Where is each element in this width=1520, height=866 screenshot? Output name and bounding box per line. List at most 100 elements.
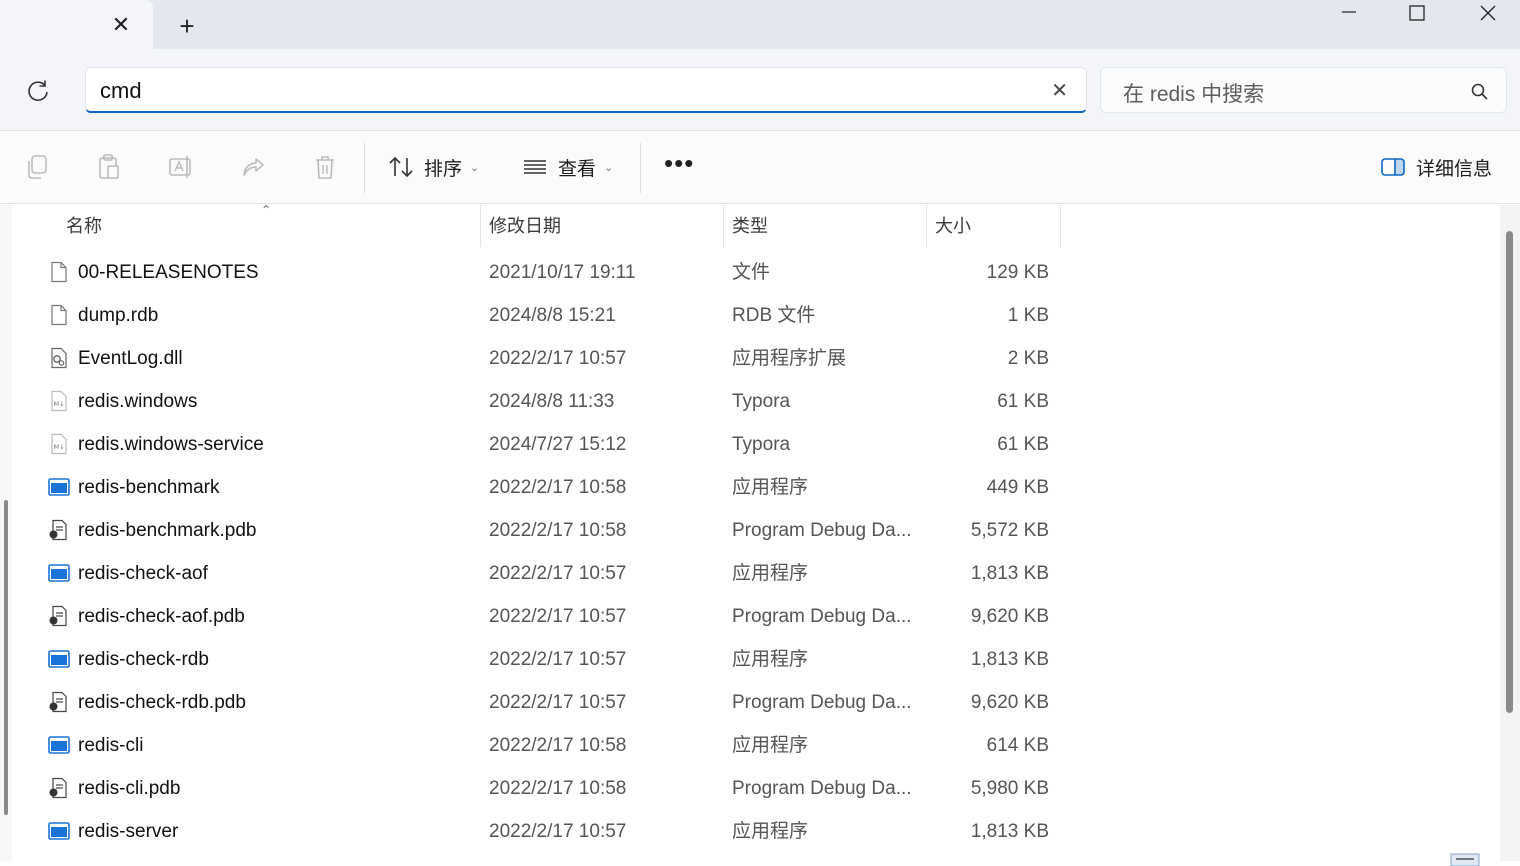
active-tab[interactable]: ✕ [0, 0, 153, 49]
address-input[interactable]: cmd ✕ [85, 67, 1087, 113]
column-header-row: 名称 ⌃ 修改日期 类型 大小 [20, 203, 1062, 247]
share-icon[interactable] [240, 153, 266, 181]
toolbar-divider [640, 143, 641, 193]
exe-icon [48, 650, 70, 668]
exe-icon [48, 564, 70, 582]
file-modified-date: 2022/2/17 10:57 [489, 348, 627, 369]
file-row[interactable]: redis-cli 2022/2/17 10:58 应用程序 614 KB [20, 724, 1062, 767]
file-row[interactable]: redis-check-aof.pdb 2022/2/17 10:57 Progra… [20, 595, 1062, 638]
file-name: redis-benchmark [78, 477, 220, 498]
nav-pane-scrollbar-thumb[interactable] [4, 500, 8, 815]
file-list: 00-RELEASENOTES 2021/10/17 19:11 文件 129 KB d… [20, 251, 1500, 853]
file-list-scrollbar[interactable] [1500, 205, 1520, 861]
search-icon[interactable] [1470, 82, 1490, 102]
file-row[interactable]: M↓ redis.windows 2024/8/8 11:33 Typora 61 KB [20, 380, 1062, 423]
more-options-button[interactable]: ••• [664, 150, 694, 176]
search-input[interactable]: 在 redis 中搜索 [1100, 67, 1507, 113]
paste-icon[interactable] [96, 153, 122, 181]
column-header-type[interactable]: 类型 [723, 205, 926, 247]
file-size: 61 KB [997, 434, 1049, 455]
nav-pane-scrollbar[interactable] [0, 205, 12, 861]
file-modified-date: 2022/2/17 10:57 [489, 692, 627, 713]
file-size: 1,813 KB [970, 649, 1049, 670]
markdown-file-icon: M↓ [51, 390, 67, 412]
file-modified-date: 2021/10/17 19:11 [489, 262, 636, 283]
details-pane-icon [1381, 158, 1405, 176]
file-type: Program Debug Da... [732, 692, 912, 713]
file-type: 应用程序扩展 [732, 348, 847, 369]
file-row[interactable]: redis-check-rdb.pdb 2022/2/17 10:57 Progra… [20, 681, 1062, 724]
file-type: Program Debug Da... [732, 606, 912, 627]
new-tab-button[interactable]: + [172, 12, 202, 42]
file-size: 9,620 KB [970, 606, 1049, 627]
file-modified-date: 2022/2/17 10:58 [489, 735, 627, 756]
file-modified-date: 2022/2/17 10:57 [489, 606, 627, 627]
exe-icon [48, 478, 70, 496]
pdb-file-icon [49, 605, 67, 627]
blank-file-icon [51, 304, 67, 326]
clear-address-icon[interactable]: ✕ [1051, 78, 1068, 103]
sort-icon [389, 156, 413, 178]
markdown-file-icon: M↓ [51, 433, 67, 455]
file-row[interactable]: M↓ redis.windows-service 2024/7/27 15:12 Ty… [20, 423, 1062, 466]
file-type: 应用程序 [732, 821, 809, 842]
close-tab-icon[interactable]: ✕ [108, 12, 134, 38]
close-window-button[interactable] [1465, 0, 1511, 28]
file-type: RDB 文件 [732, 305, 816, 326]
file-row[interactable]: redis-check-aof 2022/2/17 10:57 应用程序 1,813 … [20, 552, 1062, 595]
file-name: redis.windows [78, 391, 198, 412]
view-icon [524, 160, 546, 174]
file-row[interactable]: redis-cli.pdb 2022/2/17 10:58 Program Debu… [20, 767, 1062, 810]
file-list-pane: 名称 ⌃ 修改日期 类型 大小 00-RELEASENOTES 2021/10/1… [0, 203, 1520, 866]
view-label: 查看 [558, 158, 597, 180]
file-modified-date: 2022/2/17 10:57 [489, 563, 627, 584]
file-modified-date: 2022/2/17 10:57 [489, 821, 627, 842]
svg-text:M↓: M↓ [54, 443, 65, 451]
column-header-date[interactable]: 修改日期 [480, 205, 723, 247]
address-value[interactable]: cmd [100, 78, 142, 104]
file-size: 2 KB [1007, 348, 1049, 369]
command-bar: 排序 ⌄ 查看 ⌄ ••• 详细信息 [0, 131, 1520, 204]
file-size: 5,572 KB [970, 520, 1049, 541]
file-modified-date: 2022/2/17 10:57 [489, 649, 627, 670]
file-row[interactable]: 00-RELEASENOTES 2021/10/17 19:11 文件 129 KB [20, 251, 1062, 294]
view-button[interactable]: 查看 ⌄ [522, 151, 613, 183]
file-modified-date: 2022/2/17 10:58 [489, 477, 627, 498]
file-row[interactable]: redis-server 2022/2/17 10:57 应用程序 1,813 KB [20, 810, 1062, 853]
chevron-down-icon: ⌄ [470, 161, 480, 174]
file-list-scrollbar-thumb[interactable] [1506, 231, 1513, 713]
toolbar-divider [364, 143, 365, 193]
copy-icon[interactable] [24, 153, 50, 181]
file-size: 1,813 KB [970, 563, 1049, 584]
minimize-icon [1342, 11, 1356, 13]
file-type: 应用程序 [732, 649, 809, 670]
file-name: redis-cli [78, 735, 144, 756]
details-pane-button[interactable]: 详细信息 [1380, 151, 1492, 183]
file-row[interactable]: redis-check-rdb 2022/2/17 10:57 应用程序 1,813 … [20, 638, 1062, 681]
file-row[interactable]: redis-benchmark 2022/2/17 10:58 应用程序 449 KB [20, 466, 1062, 509]
refresh-icon[interactable] [22, 76, 54, 108]
file-name: redis-benchmark.pdb [78, 520, 257, 541]
file-row[interactable]: redis-benchmark.pdb 2022/2/17 10:58 Progra… [20, 509, 1062, 552]
file-type: 应用程序 [732, 477, 809, 498]
column-header-size[interactable]: 大小 [926, 205, 1061, 247]
tab-strip: ✕ + [0, 0, 1520, 49]
file-type: Typora [732, 434, 791, 455]
file-row[interactable]: dump.rdb 2024/8/8 15:21 RDB 文件 1 KB [20, 294, 1062, 337]
rename-icon[interactable] [168, 153, 194, 181]
sort-button[interactable]: 排序 ⌄ [388, 151, 479, 183]
file-name: 00-RELEASENOTES [78, 262, 259, 283]
file-row[interactable]: EventLog.dll 2022/2/17 10:57 应用程序扩展 2 KB [20, 337, 1062, 380]
delete-icon[interactable] [312, 153, 338, 181]
pdb-file-icon [49, 777, 67, 799]
view-toggle-icons[interactable] [1450, 850, 1482, 866]
file-modified-date: 2024/8/8 15:21 [489, 305, 616, 326]
svg-text:M↓: M↓ [54, 400, 65, 408]
file-name: redis-cli.pdb [78, 778, 181, 799]
blank-file-icon [51, 261, 67, 283]
close-icon [1480, 5, 1496, 21]
file-name: redis-check-rdb [78, 649, 209, 670]
file-size: 129 KB [986, 262, 1049, 283]
maximize-button[interactable] [1394, 0, 1440, 28]
minimize-button[interactable] [1326, 0, 1372, 28]
